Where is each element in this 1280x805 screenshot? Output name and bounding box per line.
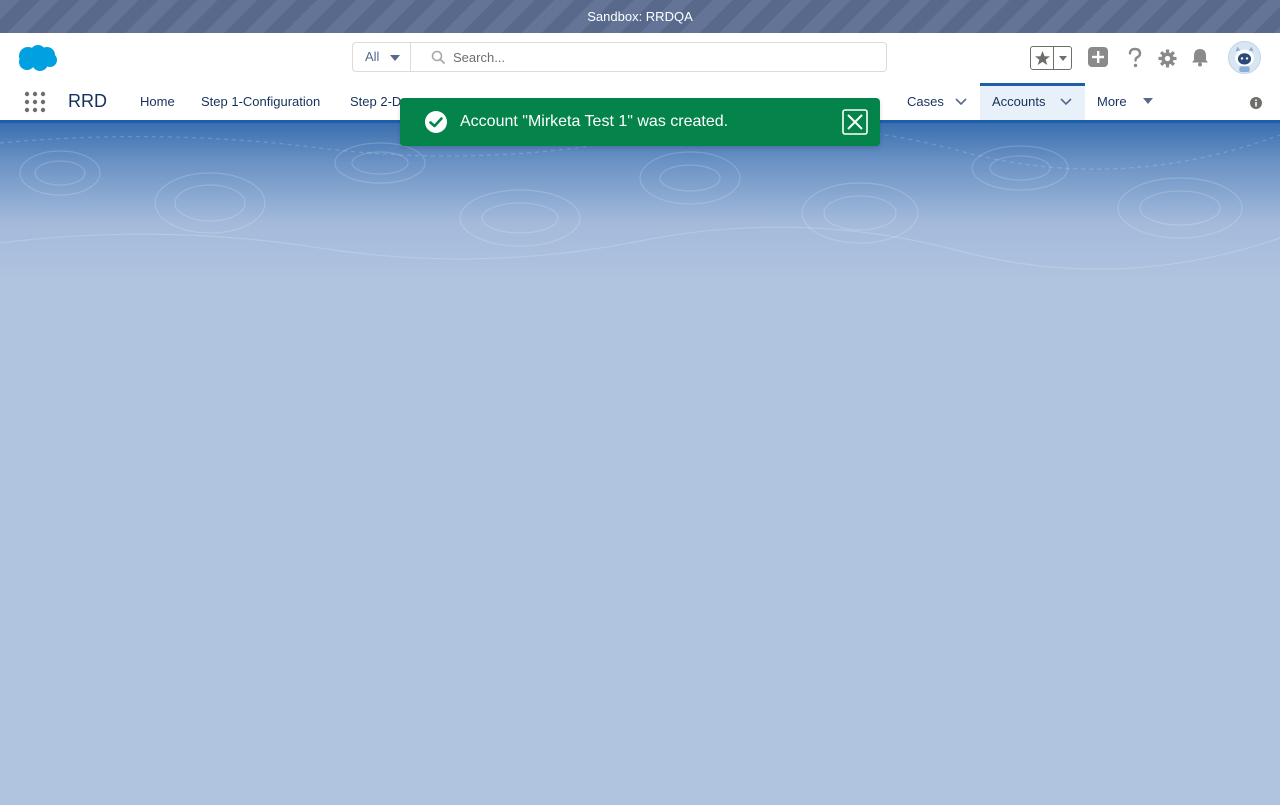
close-icon[interactable] [842,109,868,135]
plus-icon[interactable] [1088,47,1108,67]
search-scope-select[interactable]: All [353,43,411,71]
check-circle-icon [425,111,447,133]
success-toast: Account "Mirketa Test 1" was created. [400,98,880,146]
search-scope-label: All [365,49,380,64]
search-input[interactable] [453,45,873,69]
chevron-down-icon[interactable] [955,97,967,107]
gear-icon[interactable] [1158,49,1177,68]
chevron-down-icon[interactable] [1060,97,1072,107]
nav-item-home[interactable]: Home [140,83,175,120]
question-icon[interactable] [1126,47,1144,69]
sandbox-banner: Sandbox: RRDQA [0,0,1280,33]
nav-item-more[interactable]: More [1097,83,1127,120]
global-header: All [0,33,1280,83]
astro-avatar-icon [1235,46,1254,73]
waffle-icon[interactable] [24,91,46,113]
nav-item-accounts[interactable]: Accounts [980,83,1085,120]
divider [1053,47,1054,69]
caret-down-icon[interactable] [1143,98,1153,104]
caret-down-icon[interactable] [1055,47,1071,69]
toast-message: Account "Mirketa Test 1" was created. [460,113,729,130]
favorites-button-group [1030,46,1072,70]
salesforce-cloud-icon[interactable] [16,43,58,73]
user-avatar[interactable] [1228,41,1261,74]
app-name: RRD [68,91,107,111]
nav-item-step-1-configuration[interactable]: Step 1-Configuration [201,83,320,120]
global-search: All [352,42,887,72]
search-icon [431,50,445,64]
sandbox-label: Sandbox: RRDQA [587,9,693,24]
nav-item-accounts-label: Accounts [992,94,1046,109]
page-background-topography [0,123,1280,283]
topography-pattern [0,125,1280,270]
nav-item-step-2[interactable]: Step 2-D [350,83,401,120]
star-icon[interactable] [1032,48,1053,68]
bell-icon[interactable] [1190,47,1210,67]
nav-item-cases[interactable]: Cases [907,83,944,120]
caret-down-icon [390,55,400,61]
info-icon[interactable] [1250,97,1262,109]
